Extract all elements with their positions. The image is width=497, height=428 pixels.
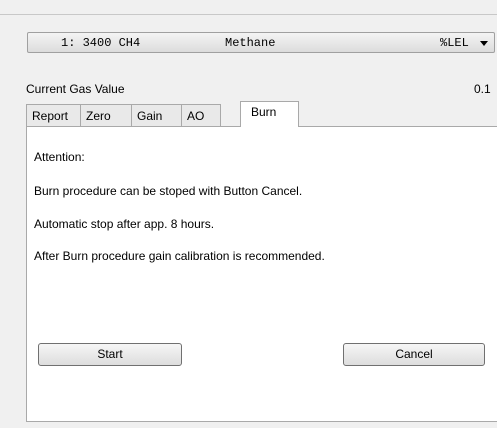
burn-panel: Attention: Burn procedure can be stoped … — [26, 126, 497, 422]
burn-info-line-3: After Burn procedure gain calibration is… — [34, 249, 325, 263]
start-button[interactable]: Start — [38, 343, 182, 366]
burn-info-line-1: Burn procedure can be stoped with Button… — [34, 184, 303, 198]
gas-select-unit: %LEL — [440, 36, 469, 50]
current-gas-label: Current Gas Value — [26, 82, 125, 96]
gas-select-dropdown[interactable]: 1: 3400 CH4 Methane %LEL — [27, 32, 495, 53]
gas-select-channel: 1: 3400 CH4 — [61, 36, 141, 50]
tab-burn[interactable]: Burn — [240, 101, 299, 127]
dropdown-arrow-icon[interactable] — [480, 41, 488, 46]
tab-report[interactable]: Report — [26, 104, 81, 126]
gas-select-name: Methane — [225, 36, 276, 50]
tab-gain[interactable]: Gain — [131, 104, 182, 126]
current-gas-value: 0.1 — [474, 82, 491, 96]
window-top-strip — [0, 0, 497, 15]
cancel-button[interactable]: Cancel — [343, 343, 485, 366]
tab-ao[interactable]: AO — [181, 104, 221, 126]
burn-info-line-2: Automatic stop after app. 8 hours. — [34, 217, 215, 231]
tab-zero[interactable]: Zero — [80, 104, 132, 126]
attention-text: Attention: — [34, 150, 85, 164]
